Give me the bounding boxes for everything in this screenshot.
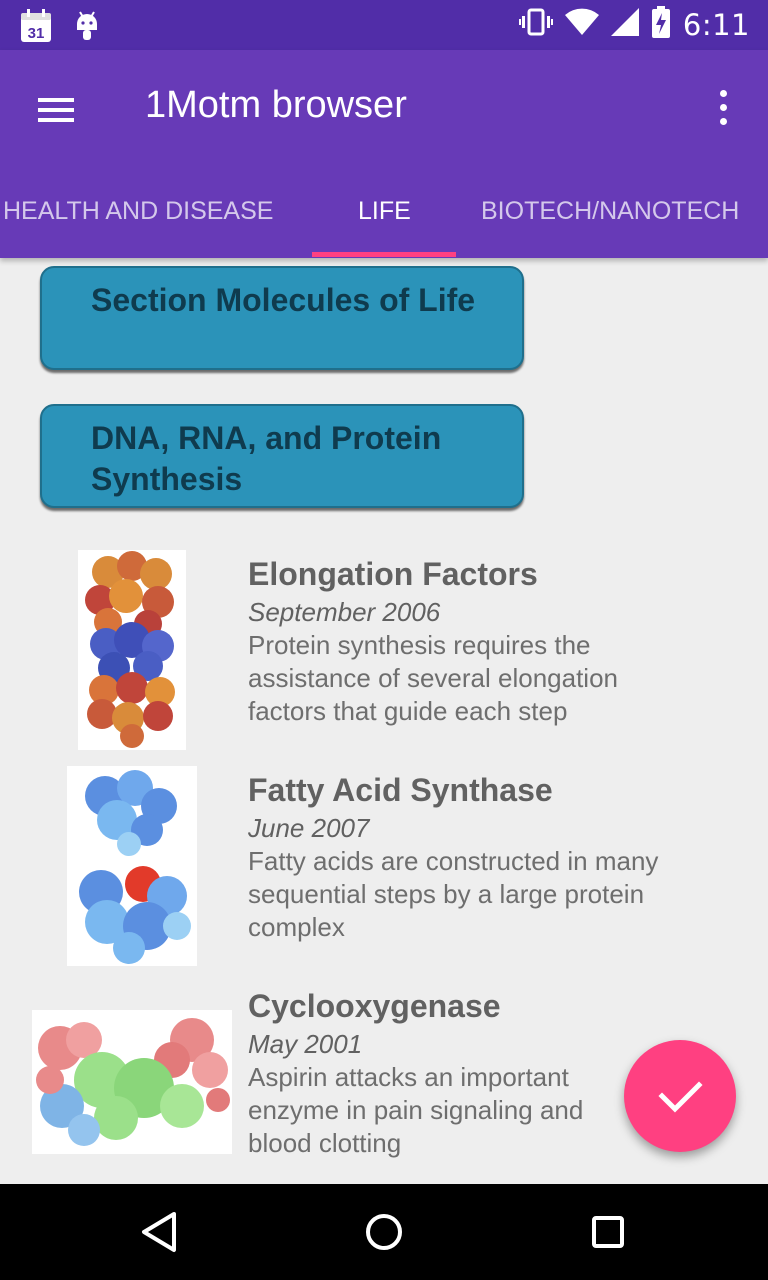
item-title: Cyclooxygenase xyxy=(248,988,501,1024)
item-description: Protein synthesis requires the assistanc… xyxy=(248,630,619,726)
section-button-label: Section Molecules of Life xyxy=(91,282,476,318)
signal-icon xyxy=(610,8,639,41)
tab-life[interactable]: LIFE xyxy=(358,184,411,258)
screen: 31 6:11 1Motm browser HEALTH AND DISEASE… xyxy=(0,0,768,1280)
home-icon[interactable] xyxy=(358,1206,410,1258)
check-icon xyxy=(658,1081,703,1113)
tab-bar: HEALTH AND DISEASE LIFE BIOTECH/NANOTECH xyxy=(0,184,768,258)
vibrate-icon xyxy=(518,7,553,42)
app-title: 1Motm browser xyxy=(145,84,407,126)
confirm-fab-button[interactable] xyxy=(624,1040,736,1152)
tab-health-and-disease[interactable]: HEALTH AND DISEASE xyxy=(3,184,273,258)
battery-charging-icon xyxy=(651,6,671,43)
calendar-day-text: 31 xyxy=(28,25,45,42)
back-icon[interactable] xyxy=(134,1206,186,1258)
item-title: Fatty Acid Synthase xyxy=(248,772,553,808)
tab-biotech-nanotech[interactable]: BIOTECH/NANOTECH xyxy=(481,184,739,258)
cyclooxygenase-structure-image xyxy=(32,1010,232,1154)
section-dna-rna-protein-button[interactable]: DNA, RNA, and Protein Synthesis xyxy=(40,404,524,508)
recents-icon[interactable] xyxy=(582,1206,634,1258)
more-vert-icon[interactable] xyxy=(712,90,736,126)
item-date: September 2006 xyxy=(248,597,441,627)
section-button-label: DNA, RNA, and Protein Synthesis xyxy=(91,420,442,497)
section-molecules-of-life-button[interactable]: Section Molecules of Life xyxy=(40,266,524,370)
item-description: Aspirin attacks an important enzyme in p… xyxy=(248,1062,584,1158)
fatty-acid-synthase-structure-image xyxy=(67,766,197,966)
calendar-icon: 31 xyxy=(20,9,52,48)
list-item[interactable]: Fatty Acid Synthase June 2007 Fatty acid… xyxy=(0,766,768,966)
wifi-icon xyxy=(564,8,599,41)
clock: 6:11 xyxy=(682,7,750,42)
elongation-factors-structure-image xyxy=(78,550,186,750)
android-icon xyxy=(74,10,100,47)
tab-indicator xyxy=(312,252,456,257)
navigation-bar xyxy=(0,1184,768,1280)
item-date: June 2007 xyxy=(248,813,370,843)
list-item[interactable]: Elongation Factors September 2006 Protei… xyxy=(0,550,768,750)
item-title: Elongation Factors xyxy=(248,556,538,592)
status-bar: 31 6:11 xyxy=(0,0,768,50)
app-bar: 1Motm browser HEALTH AND DISEASE LIFE BI… xyxy=(0,50,768,258)
item-description: Fatty acids are constructed in many sequ… xyxy=(248,846,659,942)
hamburger-menu-icon[interactable] xyxy=(38,98,74,122)
item-date: May 2001 xyxy=(248,1029,363,1059)
